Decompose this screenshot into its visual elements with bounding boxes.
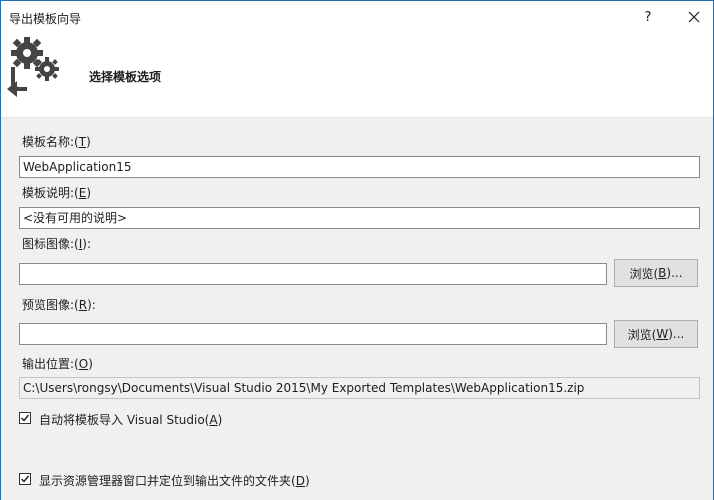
preview-image-input[interactable] [19,323,607,345]
template-name-input[interactable]: WebApplication15 [19,156,700,178]
icon-image-label: 图标图像:(I): [22,237,92,251]
wizard-header: 选择模板选项 [1,33,713,116]
browse-icon-image-button[interactable]: 浏览(B)... [614,259,698,287]
export-template-wizard-window: 导出模板向导 ? 选择模板选项 模板名称:(T) WebApplication1… [0,0,714,500]
output-location-label: 输出位置:(O) [22,357,93,371]
wizard-step-title: 选择模板选项 [89,70,162,84]
icon-image-input[interactable] [19,263,607,285]
close-button[interactable] [681,5,707,29]
output-location-field[interactable]: C:\Users\rongsy\Documents\Visual Studio … [19,377,700,399]
help-icon: ? [644,9,652,25]
options-panel: 模板名称:(T) WebApplication15 模板说明:(E) <没有可用… [1,117,713,500]
title-bar: 导出模板向导 ? [1,1,713,33]
template-description-label: 模板说明:(E) [22,186,92,200]
template-description-input[interactable]: <没有可用的说明> [19,207,700,229]
template-name-label: 模板名称:(T) [22,135,91,149]
window-title: 导出模板向导 [9,12,82,26]
close-icon [688,11,700,23]
auto-import-label[interactable]: 自动将模板导入 Visual Studio(A) [39,411,222,428]
auto-import-checkbox[interactable] [19,412,31,424]
gears-export-icon [7,37,59,97]
browse-preview-image-button[interactable]: 浏览(W)... [614,320,698,348]
help-button[interactable]: ? [635,5,661,29]
checkmark-icon [21,475,30,483]
checkmark-icon [21,414,30,422]
preview-image-label: 预览图像:(R): [22,298,96,312]
show-explorer-checkbox[interactable] [19,473,31,485]
show-explorer-label[interactable]: 显示资源管理器窗口并定位到输出文件的文件夹(D) [39,472,310,489]
